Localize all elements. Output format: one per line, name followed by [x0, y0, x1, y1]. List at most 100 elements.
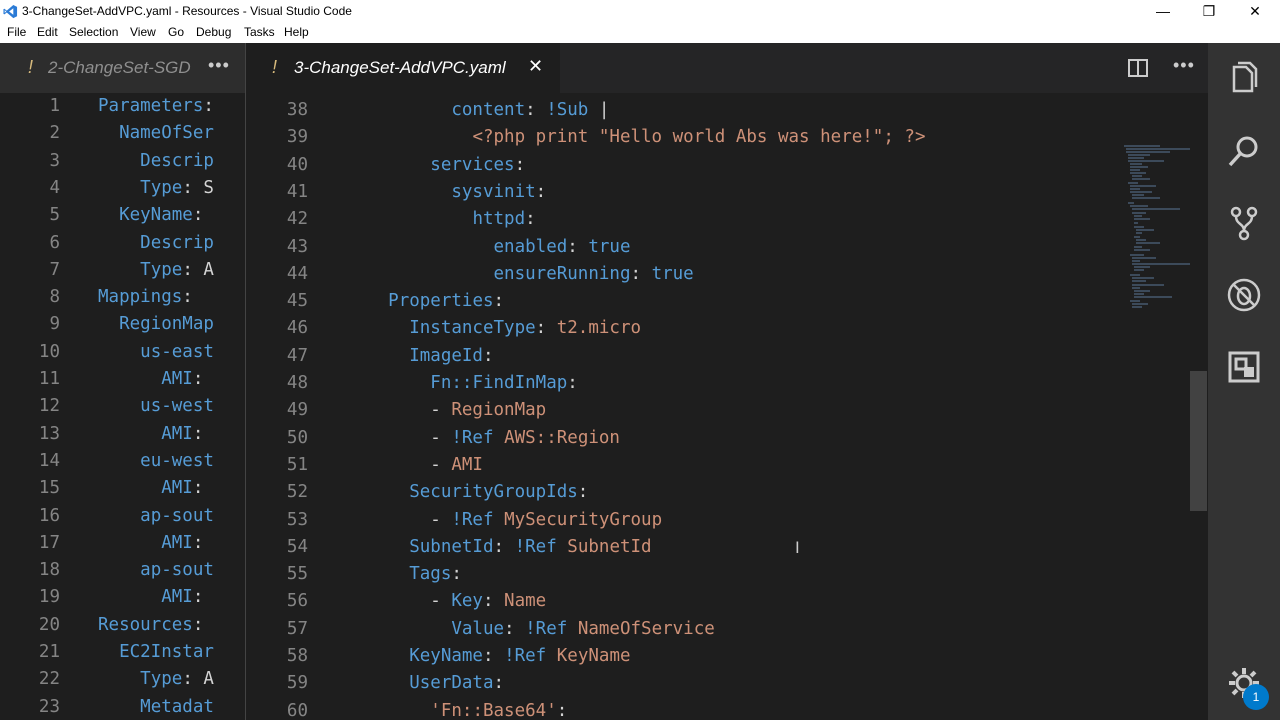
close-tab-icon[interactable]: ✕ — [528, 56, 543, 77]
yaml-punctuation: - — [346, 509, 452, 530]
yaml-string: NameOfService — [577, 618, 715, 639]
line-number: 10 — [38, 341, 60, 362]
yaml-punctuation — [346, 182, 451, 202]
line-number: 52 — [286, 482, 308, 503]
code-text: SecurityGroupIds: — [346, 479, 588, 506]
menu-go[interactable]: Go — [168, 25, 184, 39]
source-control-icon[interactable] — [1226, 205, 1262, 241]
yaml-punctuation — [346, 209, 472, 229]
menu-edit[interactable]: Edit — [37, 25, 58, 39]
code-text: services: — [346, 152, 525, 179]
menu-debug[interactable]: Debug — [196, 25, 231, 39]
more-actions-icon[interactable]: ••• — [1173, 55, 1195, 76]
tab-2-changeset-sgd[interactable]: ! 2-ChangeSet-SGD ••• — [0, 43, 245, 93]
code-text: ensureRunning: true — [346, 261, 694, 288]
yaml-punctuation: : — [451, 564, 462, 585]
line-number: 57 — [286, 618, 308, 639]
line-number: 4 — [49, 177, 60, 198]
vertical-scrollbar-thumb[interactable] — [1190, 371, 1207, 511]
code-line: 40 services: — [246, 152, 1116, 179]
yaml-key: us-east — [140, 341, 214, 362]
line-number: 6 — [49, 232, 60, 253]
left-code-area[interactable]: 1 Parameters: 2 NameOfSer 3 Descrip 4 Type: … — [0, 93, 245, 720]
yaml-rest: : — [203, 96, 214, 116]
window-title: 3-ChangeSet-AddVPC.yaml - Resources - Vi… — [22, 4, 352, 18]
yaml-key: Parameters — [98, 96, 204, 116]
line-number: 58 — [286, 646, 308, 666]
code-text: EC2Instar — [98, 639, 214, 666]
yaml-punctuation: : — [482, 591, 505, 612]
menu-bar: File Edit Selection View Go Debug Tasks … — [0, 23, 1280, 43]
line-number: 56 — [286, 591, 308, 612]
yaml-punctuation — [346, 237, 494, 257]
yaml-key: Metadat — [140, 696, 214, 717]
restore-button[interactable]: ❐ — [1186, 0, 1232, 23]
yaml-key: AMI — [161, 532, 193, 553]
code-line: 3 Descrip — [0, 148, 245, 175]
line-number: 23 — [38, 696, 60, 717]
code-text: sysvinit: — [346, 179, 546, 206]
yaml-rest: : — [192, 614, 204, 635]
yaml-rest: : — [192, 205, 214, 226]
right-code-area[interactable]: I 38 content: !Sub | 39 <?php print "Hell… — [246, 93, 1209, 720]
yaml-punctuation: - — [346, 454, 452, 475]
explorer-icon[interactable] — [1226, 61, 1262, 97]
yaml-punctuation — [346, 291, 388, 311]
code-text: <?php print "Hello world Abs was here!";… — [346, 124, 925, 151]
code-line: 60 'Fn::Base64': — [246, 698, 1116, 720]
yaml-punctuation — [346, 482, 409, 502]
yaml-rest: : A — [182, 259, 214, 280]
menu-view[interactable]: View — [130, 25, 156, 39]
code-line: 50 - !Ref AWS::Region — [246, 425, 1116, 452]
code-text: KeyName: !Ref KeyName — [346, 643, 630, 670]
yaml-rest: : — [192, 532, 204, 553]
line-number: 59 — [286, 673, 308, 694]
code-text: SubnetId: !Ref SubnetId — [346, 534, 652, 561]
minimize-button[interactable]: — — [1140, 0, 1186, 23]
code-text: Type: S — [98, 175, 214, 202]
code-line: 15 AMI: — [0, 475, 245, 502]
yaml-key: AMI — [161, 478, 193, 499]
yaml-punctuation — [546, 646, 557, 666]
menu-file[interactable]: File — [7, 25, 26, 39]
code-text: AMI: — [98, 584, 203, 611]
yaml-string: SubnetId — [567, 536, 652, 557]
yaml-rest: : — [182, 287, 193, 308]
code-text: AMI: — [98, 475, 203, 502]
minimap[interactable] — [1120, 143, 1192, 313]
yaml-string: 'Fn::Base64' — [430, 700, 557, 720]
tab-3-changeset-addvpc[interactable]: ! 3-ChangeSet-AddVPC.yaml ✕ — [246, 43, 560, 93]
yaml-keyword: !Ref — [514, 536, 557, 557]
code-text: AMI: — [98, 530, 203, 557]
yaml-string: t2.micro — [556, 318, 642, 339]
settings-update-badge: 1 — [1243, 684, 1269, 710]
extensions-icon[interactable] — [1226, 349, 1262, 385]
line-number: 39 — [286, 127, 308, 148]
close-window-button[interactable]: ✕ — [1232, 0, 1278, 23]
left-editor-group: ! 2-ChangeSet-SGD ••• 1 Parameters: 2 Name… — [0, 43, 245, 720]
menu-tasks[interactable]: Tasks — [244, 25, 275, 39]
line-number: 11 — [38, 369, 60, 389]
search-icon[interactable] — [1226, 133, 1262, 169]
yaml-rest: : — [192, 478, 204, 499]
debug-icon[interactable] — [1226, 277, 1262, 313]
split-editor-icon[interactable] — [1128, 59, 1148, 77]
menu-selection[interactable]: Selection — [69, 25, 118, 39]
code-line: 12 us-west — [0, 393, 245, 420]
code-line: 13 AMI: — [0, 421, 245, 448]
code-line: 8 Mappings: — [0, 284, 245, 311]
yaml-key: EC2Instar — [119, 642, 214, 662]
menu-help[interactable]: Help — [284, 25, 309, 39]
yaml-keyword: true — [651, 263, 694, 284]
line-number: 38 — [286, 100, 308, 120]
line-number: 19 — [38, 587, 60, 608]
line-number: 8 — [49, 287, 60, 308]
yaml-punctuation: : — [567, 236, 589, 257]
more-actions-icon[interactable]: ••• — [208, 55, 230, 76]
activity-bar — [1208, 43, 1280, 720]
